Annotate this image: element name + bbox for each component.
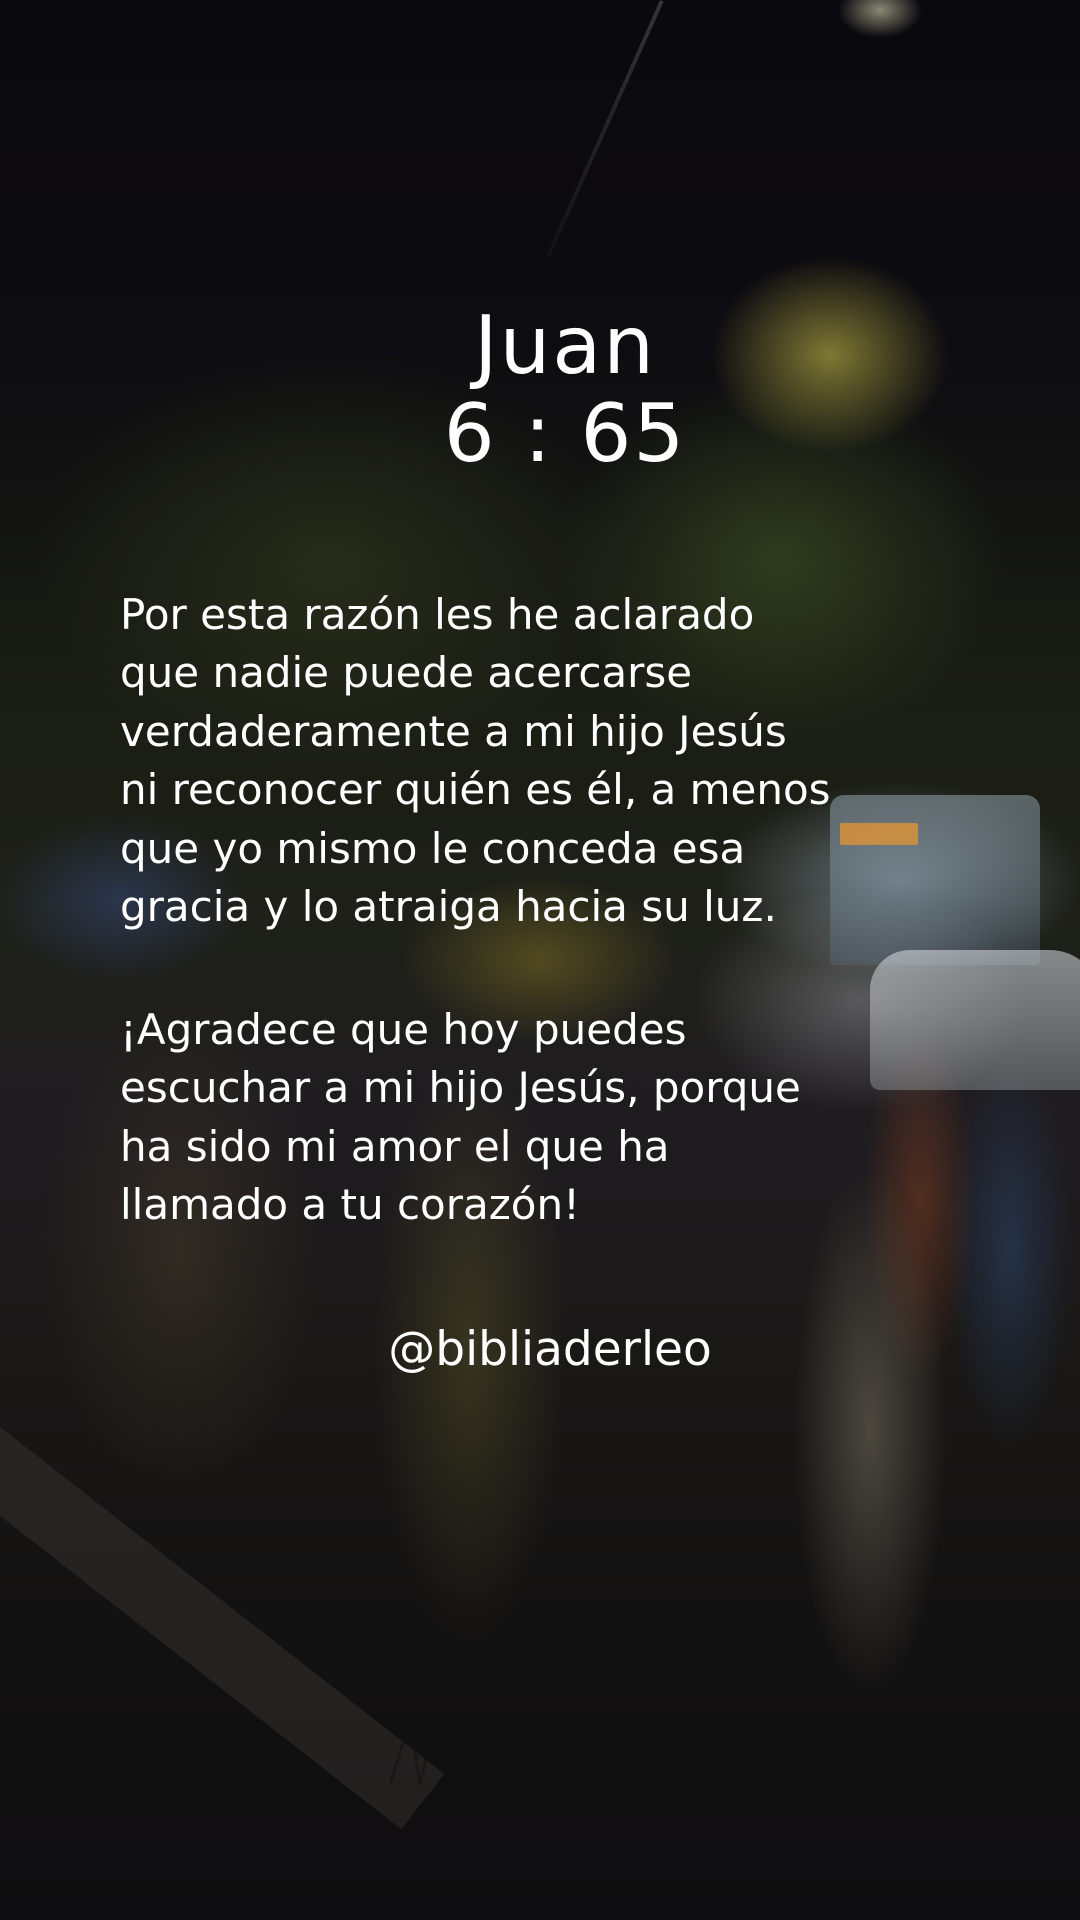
closing-line: ¡Agradece que hoy puedes bbox=[120, 1005, 687, 1054]
verse-line: gracia y lo atraiga hacia su luz. bbox=[120, 882, 777, 932]
closing-text: ¡Agradece que hoy puedes escuchar a mi h… bbox=[120, 1001, 980, 1235]
closing-line: escuchar a mi hijo Jesús, porque bbox=[120, 1063, 801, 1113]
verse-line: verdaderamente a mi hijo Jesús bbox=[120, 706, 787, 756]
reference-chapter-verse: 6 : 65 bbox=[443, 387, 687, 480]
verse-line: ni reconocer quién es él, a menos bbox=[120, 765, 831, 815]
closing-line: ha sido mi amor el que ha bbox=[120, 1121, 670, 1171]
verse-line: que nadie puede acercarse bbox=[120, 648, 693, 698]
closing-line: llamado a tu corazón! bbox=[120, 1180, 580, 1230]
verse-text: Por esta razón les he aclarado que nadie… bbox=[120, 586, 980, 936]
verse-line: Por esta razón les he aclarado bbox=[120, 590, 755, 639]
text-overlay: Juan 6 : 65 Por esta razón les he aclara… bbox=[0, 0, 1080, 1920]
background-photo: Juan 6 : 65 Por esta razón les he aclara… bbox=[0, 0, 1080, 1920]
reference-book: Juan bbox=[473, 299, 657, 392]
verse-line: que yo mismo le conceda esa bbox=[120, 823, 746, 873]
account-handle: @bibliaderleo bbox=[388, 1322, 712, 1377]
